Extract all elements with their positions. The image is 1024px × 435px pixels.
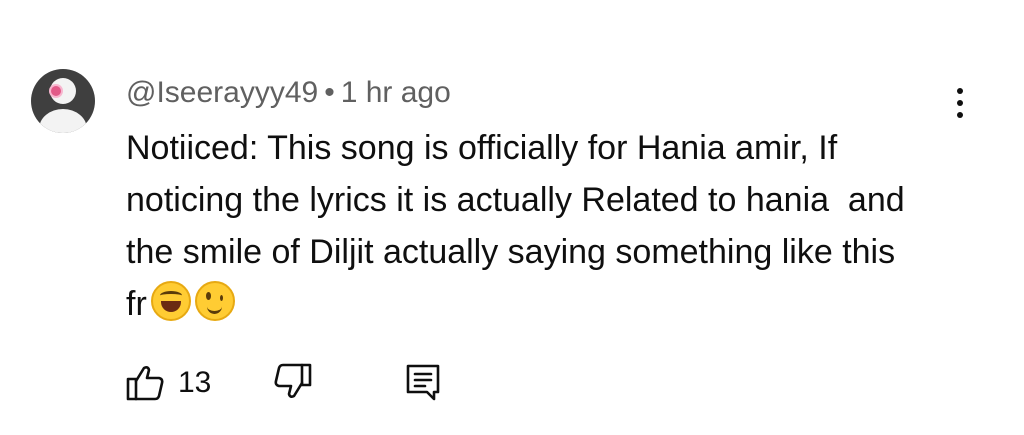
flower-icon (51, 86, 61, 96)
more-vertical-icon-dot (957, 112, 963, 118)
comment-header: @Iseerayyy49 • 1 hr ago (126, 76, 451, 110)
more-vertical-icon-dot (957, 100, 963, 106)
wink-emoji-icon (194, 281, 235, 321)
avatar-shoulders-shape (39, 109, 87, 133)
comment-line: Notiiced: This song is officially for Ha… (126, 129, 838, 167)
laughing-squint-emoji-icon (150, 281, 191, 321)
comment-line: noticing the lyrics it is actually Relat… (126, 181, 905, 219)
more-options-button[interactable] (948, 84, 972, 124)
thumbs-down-icon (274, 363, 312, 398)
comment-line: fr (126, 285, 147, 323)
thumbs-up-icon (126, 366, 164, 401)
comment-line: the smile of Diljit actually saying some… (126, 233, 896, 271)
comment-text: Notiiced: This song is officially for Ha… (126, 122, 966, 330)
reply-button[interactable] (404, 362, 446, 402)
avatar[interactable] (31, 69, 95, 133)
separator-dot: • (324, 76, 335, 109)
author-handle[interactable]: @Iseerayyy49 (126, 76, 318, 109)
dislike-button[interactable] (272, 362, 314, 402)
more-vertical-icon-dot (957, 88, 963, 94)
reply-comment-icon (406, 364, 440, 401)
timestamp[interactable]: 1 hr ago (341, 76, 451, 109)
like-button[interactable]: 13 (126, 362, 222, 402)
like-count: 13 (178, 366, 212, 399)
